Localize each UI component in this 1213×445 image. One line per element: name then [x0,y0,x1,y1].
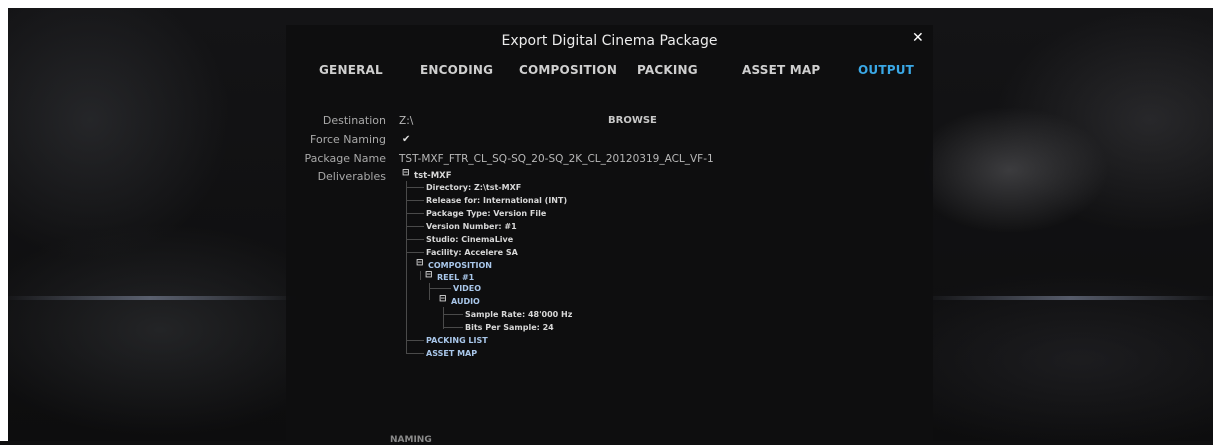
tree-connector [443,314,463,315]
close-icon[interactable]: ✕ [912,30,924,46]
tree-connector [443,307,444,329]
force-naming-checkbox[interactable]: ✔ [402,134,410,145]
minus-icon[interactable]: ⊟ [425,270,433,280]
browse-button[interactable]: BROWSE [608,115,657,126]
tab-encoding[interactable]: ENCODING [420,63,493,77]
checkmark-icon: ✔ [402,134,411,145]
tree-connector [406,252,424,253]
tree-connector [406,200,424,201]
tab-packing[interactable]: PACKING [637,63,698,77]
tab-bar: GENERAL ENCODING COMPOSITION PACKING ASS… [286,63,933,83]
package-name-value[interactable]: TST-MXF_FTR_CL_SQ-SQ_20-SQ_2K_CL_2012031… [399,153,714,165]
tree-node-packing-list[interactable]: PACKING LIST [426,336,488,345]
minus-icon[interactable]: ⊟ [402,168,410,178]
tree-connector [429,288,451,289]
tree-connector [406,226,424,227]
tree-node-video[interactable]: VIDEO [453,284,481,293]
tree-connector [443,327,463,328]
tree-root-node[interactable]: tst-MXF [414,171,452,181]
destination-label: Destination [322,114,386,127]
frame-top-border [0,0,1213,8]
tree-detail-bits-per-sample: Bits Per Sample: 24 [465,323,554,332]
force-naming-label: Force Naming [310,133,386,146]
package-name-label: Package Name [304,152,386,165]
tree-connector [406,353,424,354]
tree-node-audio[interactable]: AUDIO [451,297,480,306]
tree-detail-facility: Facility: Accelere SA [426,248,518,257]
minus-icon[interactable]: ⊟ [439,294,447,304]
tree-node-composition[interactable]: COMPOSITION [428,261,492,270]
deliverables-label: Deliverables [317,170,386,183]
tree-connector [420,271,421,280]
tree-detail-directory: Directory: Z:\tst-MXF [426,183,522,192]
tree-connector [406,340,424,341]
dialog-title: Export Digital Cinema Package [501,33,718,49]
tree-connector [406,187,424,188]
tree-detail-release: Release for: International (INT) [426,196,568,205]
export-dialog: Export Digital Cinema Package ✕ GENERAL … [286,25,933,445]
destination-value[interactable]: Z:\ [399,115,413,127]
tree-connector [406,213,424,214]
tree-detail-package-type: Package Type: Version File [426,209,547,218]
naming-section-label: NAMING [390,435,432,445]
tree-node-reel[interactable]: REEL #1 [437,273,474,282]
tree-connector [429,283,430,300]
tree-detail-version: Version Number: #1 [426,222,517,231]
tab-output[interactable]: OUTPUT [858,63,914,77]
tree-detail-sample-rate: Sample Rate: 48'000 Hz [465,310,573,319]
tab-general[interactable]: GENERAL [319,63,383,77]
light-streak-left [0,296,300,300]
tree-connector [406,181,407,354]
tree-node-asset-map[interactable]: ASSET MAP [426,349,477,358]
minus-icon[interactable]: ⊟ [416,258,424,268]
tree-detail-studio: Studio: CinemaLive [426,235,514,244]
tab-asset-map[interactable]: ASSET MAP [742,63,820,77]
tab-composition[interactable]: COMPOSITION [519,63,617,77]
frame-left-border [0,0,8,441]
tree-connector [406,239,424,240]
light-streak-right [920,296,1213,300]
